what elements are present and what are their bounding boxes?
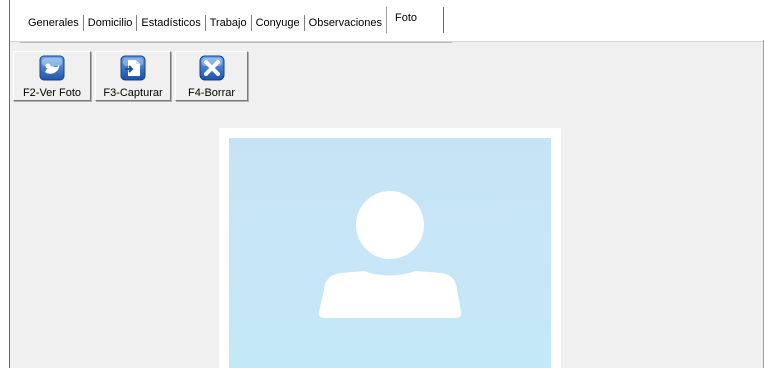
view-photo-label: F2-Ver Foto [22, 87, 82, 99]
photo-toolbar: F2-Ver Foto F3-Capturar F4-Borrar [13, 51, 252, 101]
capture-label: F3-Capturar [103, 87, 163, 99]
tab-conyuge[interactable]: Conyuge [252, 15, 304, 31]
view-photo-button[interactable]: F2-Ver Foto [13, 51, 91, 101]
tab-list: Generales Domicilio Estadísticos Trabajo… [24, 6, 445, 33]
capture-button[interactable]: F3-Capturar [95, 51, 171, 101]
delete-x-icon [199, 55, 224, 81]
tab-strip: Generales Domicilio Estadísticos Trabajo… [10, 0, 764, 42]
tab-generales[interactable]: Generales [24, 15, 83, 31]
capture-icon [120, 55, 146, 81]
delete-photo-button[interactable]: F4-Borrar [175, 51, 248, 101]
photo-placeholder [229, 138, 551, 368]
delete-photo-label: F4-Borrar [187, 87, 236, 99]
tab-trabajo[interactable]: Trabajo [206, 15, 251, 31]
photo-view-icon [39, 55, 65, 81]
photo-frame [219, 128, 561, 368]
tab-observaciones[interactable]: Observaciones [305, 15, 386, 31]
tab-estadisticos[interactable]: Estadísticos [137, 15, 204, 31]
panel-border-right [763, 40, 764, 368]
tab-domicilio[interactable]: Domicilio [84, 15, 137, 31]
tab-strip-underline [20, 42, 452, 43]
tab-foto[interactable]: Foto [386, 6, 445, 33]
default-avatar-icon [318, 191, 462, 318]
